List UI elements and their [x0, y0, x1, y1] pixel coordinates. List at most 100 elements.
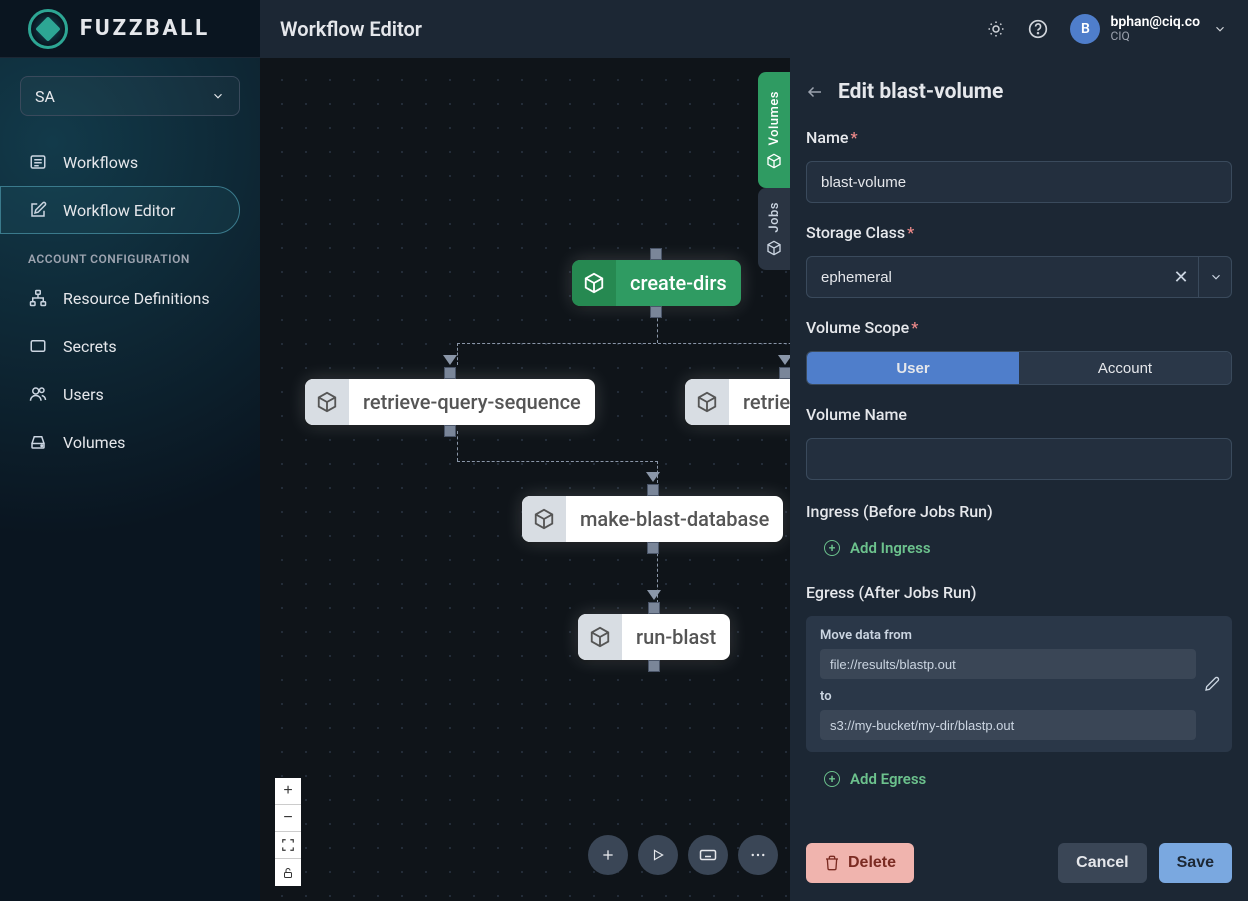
run-button[interactable]	[638, 835, 678, 875]
egress-from-label: Move data from	[820, 628, 1218, 643]
key-icon	[29, 337, 47, 355]
sidebar-item-label: Workflow Editor	[63, 201, 175, 220]
scope-account-button[interactable]: Account	[1019, 352, 1231, 384]
cube-icon	[766, 153, 782, 169]
back-arrow-icon[interactable]	[806, 83, 824, 101]
cancel-button[interactable]: Cancel	[1058, 843, 1146, 883]
tab-volumes[interactable]: Volumes	[758, 72, 790, 188]
sidebar-item-resource-definitions[interactable]: Resource Definitions	[0, 274, 240, 322]
edit-volume-panel: Edit blast-volume Name* Storage Class* ✕…	[790, 58, 1248, 901]
cube-icon	[578, 614, 622, 660]
user-email: bphan@ciq.co	[1110, 14, 1200, 30]
add-ingress-label: Add Ingress	[850, 539, 931, 557]
storage-class-label: Storage Class*	[806, 223, 1232, 242]
node-create-dirs[interactable]: create-dirs	[572, 260, 741, 306]
scope-user-button[interactable]: User	[807, 352, 1019, 384]
workflow-canvas[interactable]: Volumes Jobs create-dirs	[260, 58, 790, 901]
brand-name: FUZZBALL	[80, 16, 210, 41]
trash-icon	[824, 855, 840, 871]
storage-class-select[interactable]: ✕	[806, 256, 1232, 298]
hierarchy-icon	[29, 289, 47, 307]
logo-icon	[28, 9, 68, 49]
volume-scope-toggle: User Account	[806, 351, 1232, 385]
logo-section: FUZZBALL	[0, 9, 260, 49]
tab-label: Volumes	[767, 91, 782, 146]
add-egress-button[interactable]: + Add Egress	[806, 766, 1232, 792]
panel-title: Edit blast-volume	[838, 80, 1003, 104]
page-title: Workflow Editor	[260, 17, 986, 41]
org-selector-value: SA	[35, 87, 55, 106]
node-label: retrie	[729, 390, 790, 414]
cube-icon	[522, 496, 566, 542]
canvas-grid	[260, 58, 790, 901]
help-icon[interactable]	[1028, 19, 1048, 39]
cube-icon	[572, 260, 616, 306]
node-label: run-blast	[622, 625, 730, 649]
delete-button[interactable]: Delete	[806, 843, 914, 883]
sidebar: SA Workflows Workflow Editor ACCOUNT CON…	[0, 58, 260, 901]
sidebar-item-users[interactable]: Users	[0, 370, 240, 418]
plus-circle-icon: +	[824, 771, 840, 787]
node-make-blast-database[interactable]: make-blast-database	[522, 496, 783, 542]
org-selector[interactable]: SA	[20, 76, 240, 116]
tab-jobs[interactable]: Jobs	[758, 188, 790, 270]
user-menu[interactable]: B bphan@ciq.co CIQ	[1070, 14, 1230, 44]
lock-button[interactable]	[275, 859, 301, 886]
add-egress-label: Add Egress	[850, 770, 926, 788]
sidebar-item-workflows[interactable]: Workflows	[0, 138, 240, 186]
list-icon	[29, 153, 47, 171]
zoom-controls: + −	[275, 778, 301, 886]
sidebar-item-volumes[interactable]: Volumes	[0, 418, 240, 466]
clear-icon[interactable]: ✕	[1164, 256, 1198, 298]
users-icon	[29, 385, 47, 403]
chevron-down-icon	[1210, 19, 1230, 39]
egress-rule-card: Move data from to	[806, 616, 1232, 752]
edit-icon	[29, 201, 47, 219]
ingress-section-label: Ingress (Before Jobs Run)	[806, 502, 1232, 521]
node-retrieve-partial[interactable]: retrie	[685, 379, 790, 425]
fit-view-button[interactable]	[275, 832, 301, 859]
egress-section-label: Egress (After Jobs Run)	[806, 583, 1232, 602]
egress-from-value[interactable]	[820, 649, 1196, 679]
sidebar-item-label: Workflows	[63, 153, 138, 172]
edit-egress-icon[interactable]	[1196, 668, 1228, 700]
cube-icon	[305, 379, 349, 425]
sidebar-section-label: ACCOUNT CONFIGURATION	[0, 234, 260, 274]
sidebar-item-label: Secrets	[63, 337, 117, 356]
save-button[interactable]: Save	[1159, 843, 1232, 883]
panel-footer: Delete Cancel Save	[806, 831, 1232, 883]
cube-icon	[685, 379, 729, 425]
egress-to-value[interactable]	[820, 710, 1196, 740]
sidebar-item-secrets[interactable]: Secrets	[0, 322, 240, 370]
volume-scope-label: Volume Scope*	[806, 318, 1232, 337]
node-run-blast[interactable]: run-blast	[578, 614, 730, 660]
sidebar-item-label: Resource Definitions	[63, 289, 210, 308]
node-label: create-dirs	[616, 271, 741, 295]
zoom-in-button[interactable]: +	[275, 778, 301, 805]
volume-name-input[interactable]	[806, 438, 1232, 480]
canvas-action-bar	[588, 835, 778, 875]
name-input[interactable]	[806, 161, 1232, 203]
add-button[interactable]	[588, 835, 628, 875]
user-org: CIQ	[1110, 30, 1200, 44]
box-icon	[766, 240, 782, 256]
node-retrieve-query-sequence[interactable]: retrieve-query-sequence	[305, 379, 595, 425]
theme-toggle-icon[interactable]	[986, 19, 1006, 39]
tab-label: Jobs	[767, 202, 782, 233]
zoom-out-button[interactable]: −	[275, 805, 301, 832]
keyboard-button[interactable]	[688, 835, 728, 875]
more-button[interactable]	[738, 835, 778, 875]
add-ingress-button[interactable]: + Add Ingress	[806, 535, 1232, 561]
drive-icon	[29, 433, 47, 451]
chevron-down-icon	[211, 89, 225, 103]
name-label: Name*	[806, 128, 1232, 147]
sidebar-item-workflow-editor[interactable]: Workflow Editor	[0, 186, 240, 234]
node-label: make-blast-database	[566, 507, 783, 531]
volume-name-label: Volume Name	[806, 405, 1232, 424]
egress-to-label: to	[820, 689, 1218, 704]
node-label: retrieve-query-sequence	[349, 390, 595, 414]
plus-circle-icon: +	[824, 540, 840, 556]
top-bar: FUZZBALL Workflow Editor B bphan@ciq.co …	[0, 0, 1248, 58]
chevron-down-icon[interactable]	[1198, 256, 1232, 298]
avatar: B	[1070, 14, 1100, 44]
